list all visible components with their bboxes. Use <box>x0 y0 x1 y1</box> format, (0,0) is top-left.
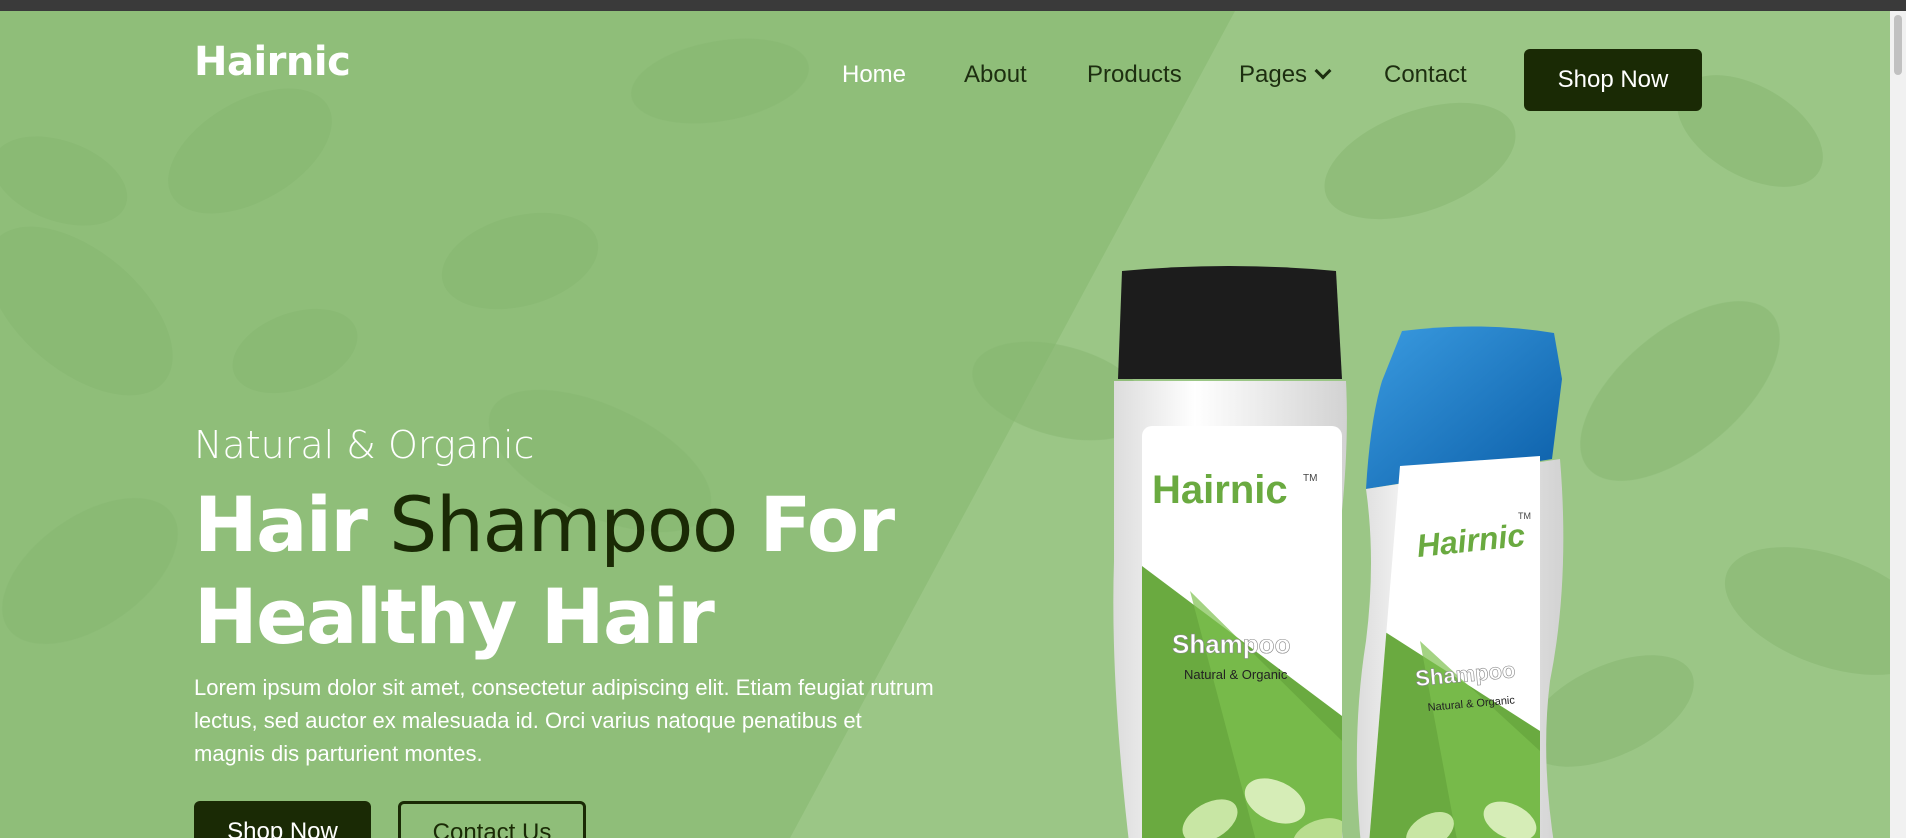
scrollbar-thumb[interactable] <box>1894 15 1902 75</box>
contact-us-button[interactable]: Contact Us <box>398 801 586 838</box>
nav-item-pages-label: Pages <box>1239 61 1308 88</box>
nav-item-about[interactable]: About <box>964 61 1027 89</box>
trademark-label: TM <box>1303 473 1317 484</box>
nav-item-pages[interactable]: Pages <box>1239 61 1332 89</box>
trademark-label-front: TM <box>1518 511 1531 521</box>
page-scrollbar[interactable] <box>1890 11 1906 838</box>
bottle-type-label: Shampoo <box>1172 629 1290 659</box>
nav-item-products[interactable]: Products <box>1087 61 1182 89</box>
hero-title-part1: Hair <box>194 480 368 569</box>
nav-item-home[interactable]: Home <box>842 61 906 89</box>
bottle-brand-label: Hairnic <box>1152 468 1288 512</box>
chevron-down-icon <box>1314 62 1332 80</box>
shampoo-bottles-image: Hairnic TM Shampoo Natural & Organic Hai… <box>1113 266 1564 838</box>
hero-title-part2: Shampoo <box>389 480 738 569</box>
hero-page: Hairnic Home About Products Pages Contac… <box>0 11 1890 838</box>
browser-top-bar <box>0 0 1906 11</box>
bottle-tagline: Natural & Organic <box>1184 667 1288 682</box>
hero-description: Lorem ipsum dolor sit amet, consectetur … <box>194 675 934 766</box>
nav-shop-now-button[interactable]: Shop Now <box>1524 49 1702 111</box>
hero-subtitle: Natural & Organic <box>194 423 535 467</box>
hero-title-line2: Healthy Hair <box>194 572 715 661</box>
hero-title-part3: For <box>759 480 896 569</box>
nav-item-contact[interactable]: Contact <box>1384 61 1467 89</box>
hero-title: Hair Shampoo For Healthy Hair <box>194 479 896 663</box>
hero-shop-now-button[interactable]: Shop Now <box>194 801 371 838</box>
